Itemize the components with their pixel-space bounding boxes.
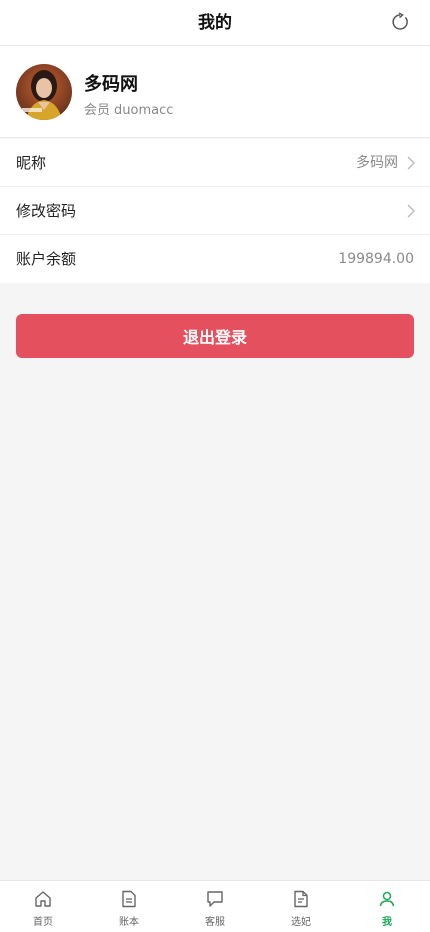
row-label: 修改密码 — [16, 202, 77, 220]
chevron-right-icon — [407, 204, 415, 218]
tab-me[interactable]: 我 — [344, 881, 430, 932]
home-icon — [35, 891, 51, 907]
document-icon — [122, 890, 136, 908]
row-value: 多码网 — [356, 155, 398, 171]
profile-card: 多码网 会员 duomacc — [0, 46, 430, 138]
profile-name: 多码网 — [84, 74, 138, 95]
tab-label: 选妃 — [291, 917, 311, 928]
bottom-tabbar: 首页 账本 客服 选妃 我 — [0, 880, 430, 932]
tab-label: 我 — [382, 917, 392, 928]
chevron-right-icon — [407, 156, 415, 170]
header: 我的 — [0, 0, 430, 46]
balance-value: 199894.00 — [338, 251, 414, 267]
member-role: 会员 — [84, 103, 111, 118]
tab-select[interactable]: 选妃 — [258, 881, 344, 932]
chat-icon — [207, 891, 223, 907]
balance-row: 账户余额 199894.00 — [0, 235, 430, 283]
username: duomacc — [114, 103, 174, 118]
tab-ledger[interactable]: 账本 — [86, 881, 172, 932]
tab-home[interactable]: 首页 — [0, 881, 86, 932]
logout-button[interactable]: 退出登录 — [16, 314, 414, 358]
file-list-icon — [294, 890, 308, 908]
page: 我的 多码网 会员 duomacc 昵称 多码网 修改密码 账户余额 19989… — [0, 0, 430, 932]
nickname-row[interactable]: 昵称 多码网 — [0, 139, 430, 187]
row-label: 昵称 — [16, 154, 47, 172]
tab-label: 客服 — [205, 917, 225, 928]
profile-subtitle: 会员 duomacc — [84, 99, 177, 118]
settings-list: 昵称 多码网 修改密码 账户余额 199894.00 — [0, 139, 430, 283]
avatar[interactable] — [16, 64, 72, 120]
page-title: 我的 — [198, 13, 232, 33]
change-password-row[interactable]: 修改密码 — [0, 187, 430, 235]
row-label: 账户余额 — [16, 250, 77, 268]
tab-service[interactable]: 客服 — [172, 881, 258, 932]
tab-label: 首页 — [33, 917, 53, 928]
user-icon — [379, 891, 395, 907]
tab-label: 账本 — [119, 917, 139, 928]
refresh-icon[interactable] — [390, 12, 410, 32]
